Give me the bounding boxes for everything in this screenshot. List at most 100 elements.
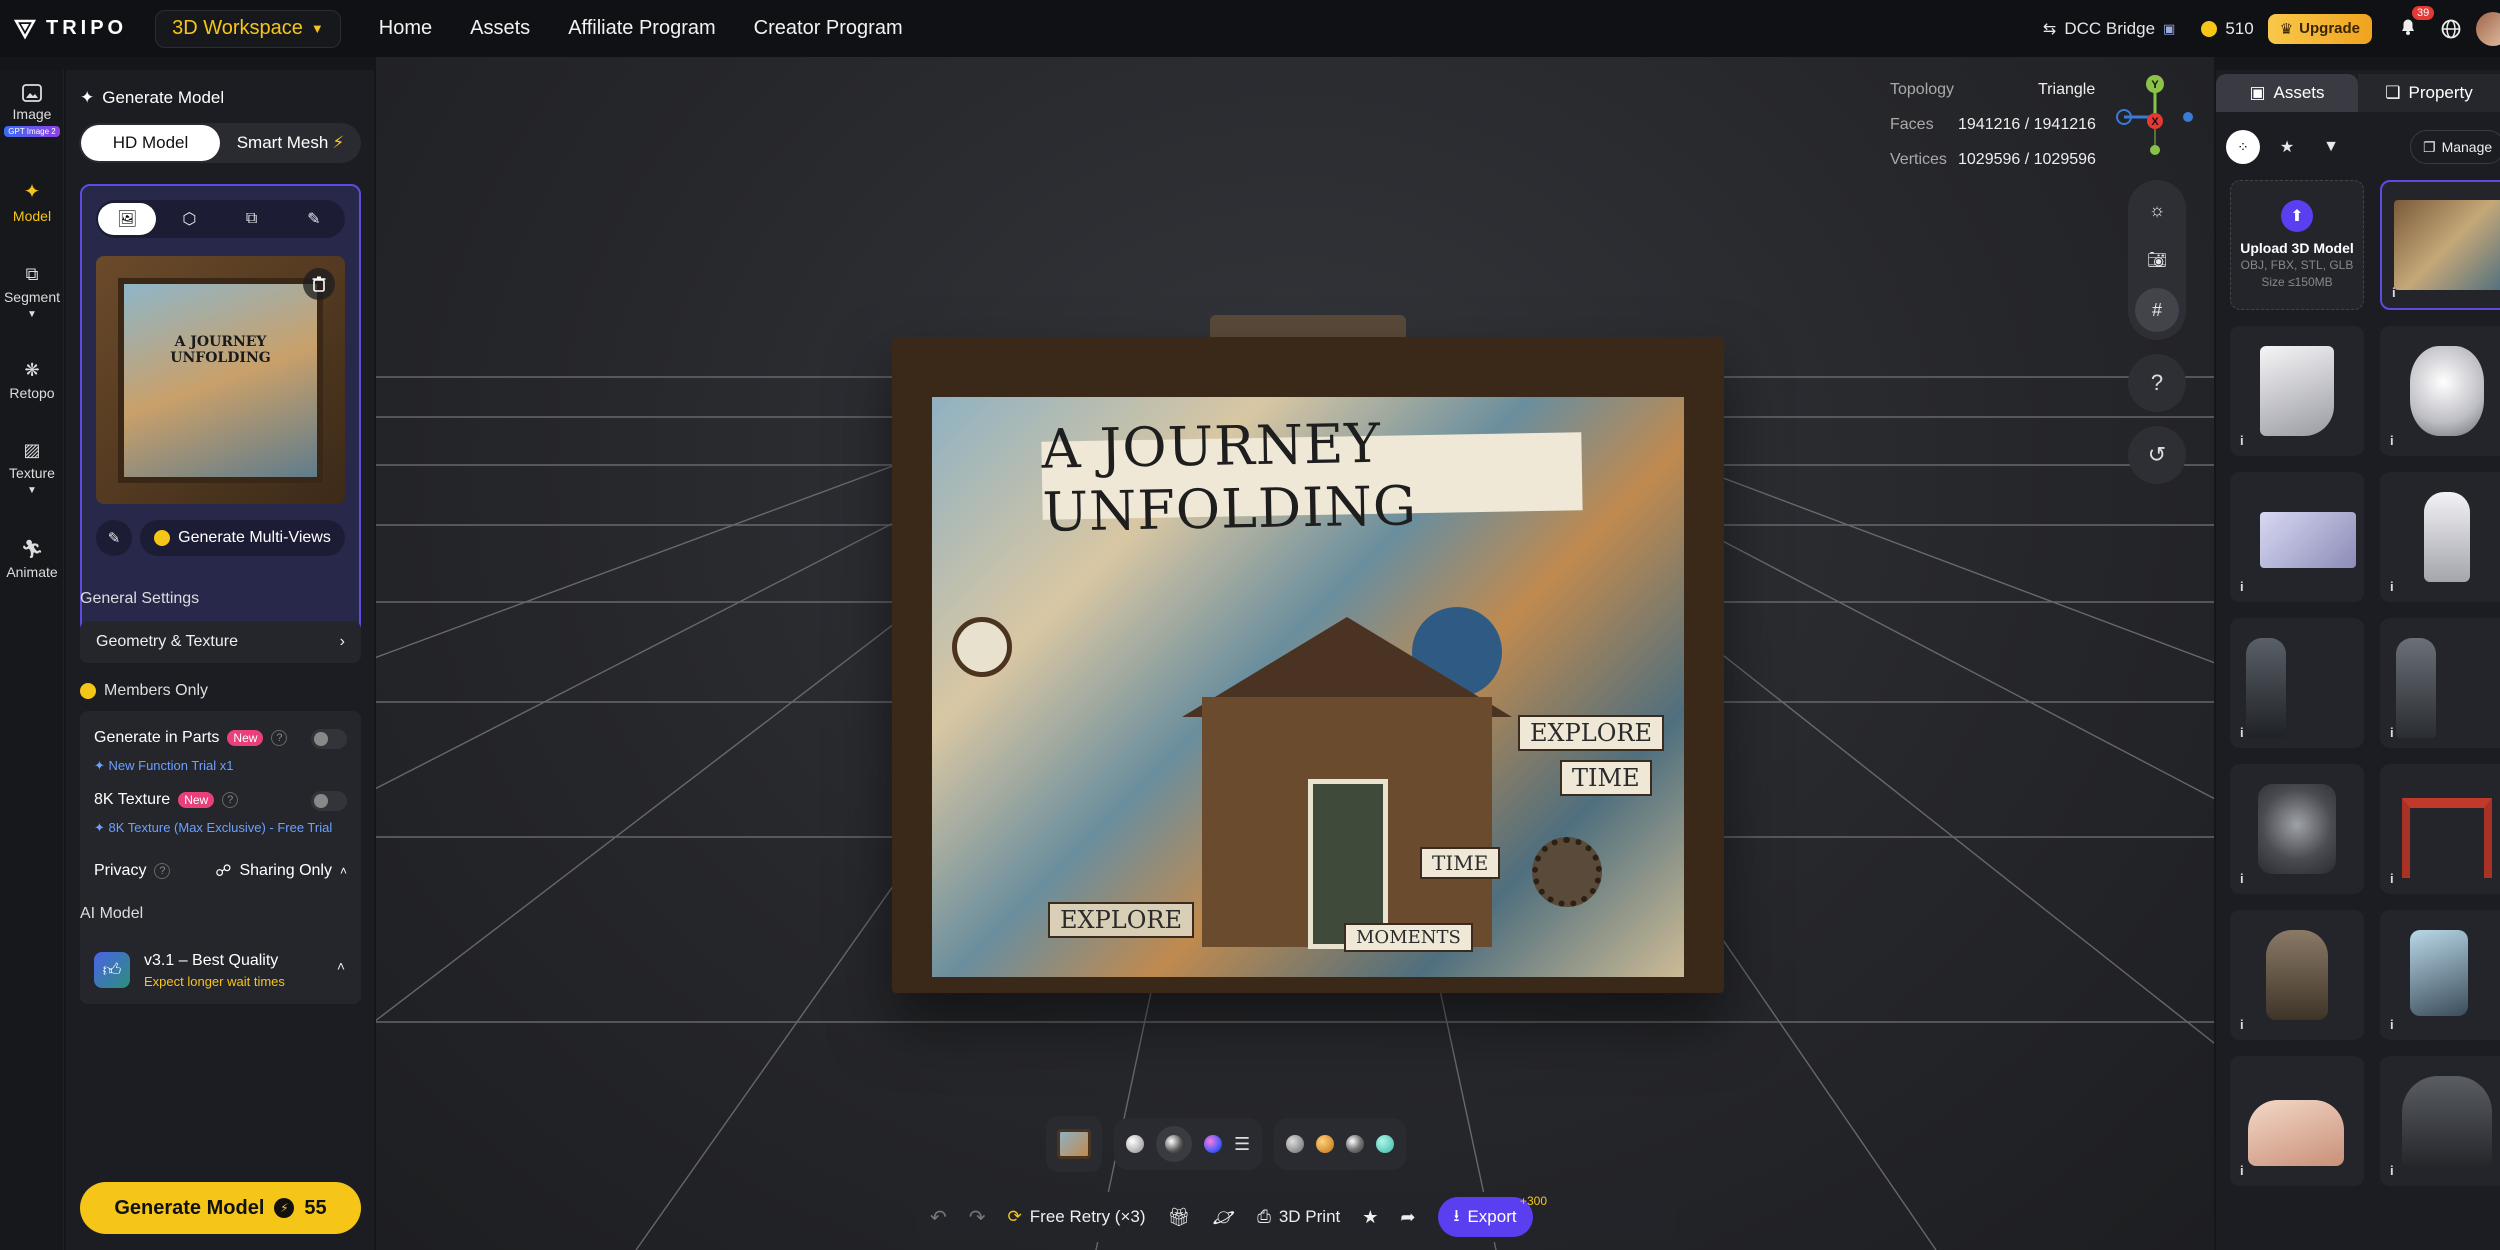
star-icon[interactable]: ★	[1362, 1207, 1378, 1228]
asset-info-button[interactable]: i	[2390, 1163, 2394, 1178]
3d-print-button[interactable]: ⎙ 3D Print	[1257, 1207, 1340, 1227]
dcc-bridge-button[interactable]: ⇆ DCC Bridge ▣	[2043, 19, 2175, 39]
asset-info-button[interactable]: i	[2240, 579, 2244, 594]
rail-item-retopo[interactable]: ❋ Retopo	[0, 342, 64, 418]
edit-image-button[interactable]: ✎	[96, 520, 132, 556]
asset-info-button[interactable]: i	[2240, 871, 2244, 886]
asset-tile[interactable]: i	[2380, 1056, 2500, 1186]
mode-hd-model[interactable]: HD Model	[81, 125, 220, 161]
tab-sketch[interactable]: ✎	[285, 203, 343, 235]
render-textured-button[interactable]	[1156, 1126, 1192, 1162]
asset-info-button[interactable]: i	[2240, 1163, 2244, 1178]
globe-icon[interactable]	[2440, 18, 2462, 40]
render-settings-button[interactable]: ☰	[1234, 1134, 1250, 1155]
rail-item-model[interactable]: ✦ Model	[0, 160, 64, 242]
ai-model-selector[interactable]: 👍︎ v3.1 – Best Quality Expect longer wai…	[80, 936, 361, 1004]
export-button[interactable]: ⭳ Export	[1437, 1197, 1533, 1237]
manage-button[interactable]: ❐ Manage	[2410, 130, 2500, 164]
generate-multiviews-button[interactable]: Generate Multi-Views	[140, 520, 345, 556]
asset-info-button[interactable]: i	[2390, 433, 2394, 448]
asset-info-button[interactable]: i	[2392, 285, 2396, 300]
generate-in-parts-toggle[interactable]	[311, 729, 347, 749]
gizmo-z-neg-handle[interactable]	[2183, 112, 2193, 122]
rail-label-segment: Segment	[3, 289, 61, 305]
input-image-thumbnail[interactable]: A JOURNEY UNFOLDING	[96, 256, 345, 504]
rail-item-animate[interactable]: 🏃︎ Animate	[0, 518, 64, 600]
texture-8k-toggle[interactable]	[311, 791, 347, 811]
screenshot-button[interactable]: 📷︎	[2135, 238, 2179, 282]
nav-link-home[interactable]: Home	[379, 17, 432, 40]
asset-tile[interactable]: i	[2230, 618, 2364, 748]
asset-tile[interactable]: i	[2380, 326, 2500, 456]
grid-toggle-button[interactable]: #	[2135, 288, 2179, 332]
render-normal-button[interactable]	[1204, 1135, 1222, 1153]
asset-tile[interactable]: i	[2230, 472, 2364, 602]
asset-tile[interactable]: i	[2230, 326, 2364, 456]
axis-gizmo[interactable]: Y X	[2110, 72, 2200, 162]
privacy-select[interactable]: ☍ Sharing Only ˄	[215, 861, 347, 881]
nav-link-affiliate[interactable]: Affiliate Program	[568, 17, 715, 40]
tab-3d-box[interactable]: ⬡	[160, 203, 218, 235]
share-arrow-icon[interactable]: ➦	[1400, 1207, 1415, 1228]
asset-tile[interactable]: i	[2380, 472, 2500, 602]
asset-tile[interactable]: i	[2230, 1056, 2364, 1186]
gift-icon[interactable]: 🎁︎	[1168, 1207, 1191, 1228]
delete-image-button[interactable]	[303, 268, 335, 300]
app-root: TRIPO 3D Workspace ▼ Home Assets Affilia…	[0, 0, 2500, 1250]
filter-favorites-button[interactable]: ★	[2270, 130, 2304, 164]
notifications-button[interactable]: 39	[2398, 6, 2435, 41]
asset-info-button[interactable]: i	[2240, 1017, 2244, 1032]
asset-tile[interactable]: i	[2230, 764, 2364, 894]
credit-balance[interactable]: 510	[2201, 19, 2254, 39]
mode-smart-mesh[interactable]: Smart Mesh ⚡	[220, 133, 361, 153]
tab-multi-image[interactable]: ⧉	[223, 203, 281, 235]
workspace-dropdown[interactable]: 3D Workspace ▼	[155, 9, 341, 48]
asset-tile[interactable]: i	[2380, 618, 2500, 748]
filter-all-button[interactable]: ⁘	[2226, 130, 2260, 164]
upload-3d-model-tile[interactable]: ⬆ Upload 3D Model OBJ, FBX, STL, GLB Siz…	[2230, 180, 2364, 310]
material-preset-teal[interactable]	[1376, 1135, 1395, 1153]
filter-funnel-button[interactable]: ▼	[2314, 130, 2348, 164]
asset-info-button[interactable]: i	[2390, 725, 2394, 740]
asset-tile[interactable]: i	[2380, 180, 2500, 310]
geometry-texture-row[interactable]: Geometry & Texture ›	[80, 621, 361, 663]
rail-item-segment[interactable]: ⧉ Segment ▼	[0, 242, 64, 342]
asset-info-button[interactable]: i	[2240, 725, 2244, 740]
lighting-button[interactable]: ☼	[2135, 188, 2179, 232]
redo-icon[interactable]: ↷	[969, 1205, 986, 1230]
asset-info-button[interactable]: i	[2390, 579, 2394, 594]
planet-icon[interactable]: 🪐︎	[1212, 1207, 1235, 1228]
tab-single-image[interactable]: 🖼︎	[98, 203, 157, 235]
material-preset-chrome[interactable]	[1346, 1135, 1365, 1153]
nav-link-assets[interactable]: Assets	[470, 17, 530, 40]
material-preset-silver[interactable]	[1286, 1135, 1305, 1153]
nav-link-creator[interactable]: Creator Program	[754, 17, 903, 40]
free-retry-button[interactable]: ⟳ Free Retry (×3)	[1008, 1207, 1146, 1227]
reference-thumbnail[interactable]	[1046, 1116, 1102, 1172]
asset-tile[interactable]: i	[2380, 910, 2500, 1040]
rail-item-texture[interactable]: ▨ Texture ▼	[0, 418, 64, 518]
history-button[interactable]: ↺	[2128, 426, 2186, 484]
3d-viewport[interactable]: EXPLORE TIME TIME EXPLORE MOMENTS A JOUR…	[376, 57, 2214, 1250]
asset-tile[interactable]: i	[2230, 910, 2364, 1040]
help-icon[interactable]: ?	[222, 792, 239, 808]
model-preview[interactable]: EXPLORE TIME TIME EXPLORE MOMENTS A JOUR…	[892, 315, 1724, 995]
rail-item-image[interactable]: Image GPT Image 2	[0, 70, 64, 150]
brand-logo[interactable]: TRIPO	[14, 17, 127, 40]
upgrade-button[interactable]: ♛ Upgrade	[2267, 13, 2372, 44]
asset-info-button[interactable]: i	[2390, 1017, 2394, 1032]
tab-assets[interactable]: ▣ Assets	[2216, 74, 2358, 112]
user-avatar[interactable]	[2476, 11, 2500, 46]
help-icon[interactable]: ?	[154, 863, 171, 879]
render-clay-button[interactable]	[1126, 1135, 1144, 1153]
undo-icon[interactable]: ↶	[930, 1205, 947, 1230]
material-preset-gold[interactable]	[1316, 1135, 1335, 1153]
generate-model-button[interactable]: Generate Model ⚡ 55	[80, 1182, 361, 1234]
gizmo-y-neg-handle[interactable]	[2150, 145, 2160, 155]
help-icon[interactable]: ?	[271, 730, 288, 746]
asset-info-button[interactable]: i	[2240, 433, 2244, 448]
help-button[interactable]: ?	[2128, 354, 2186, 412]
asset-tile[interactable]: i	[2380, 764, 2500, 894]
asset-info-button[interactable]: i	[2390, 871, 2394, 886]
tab-property[interactable]: ❏ Property	[2358, 74, 2500, 112]
